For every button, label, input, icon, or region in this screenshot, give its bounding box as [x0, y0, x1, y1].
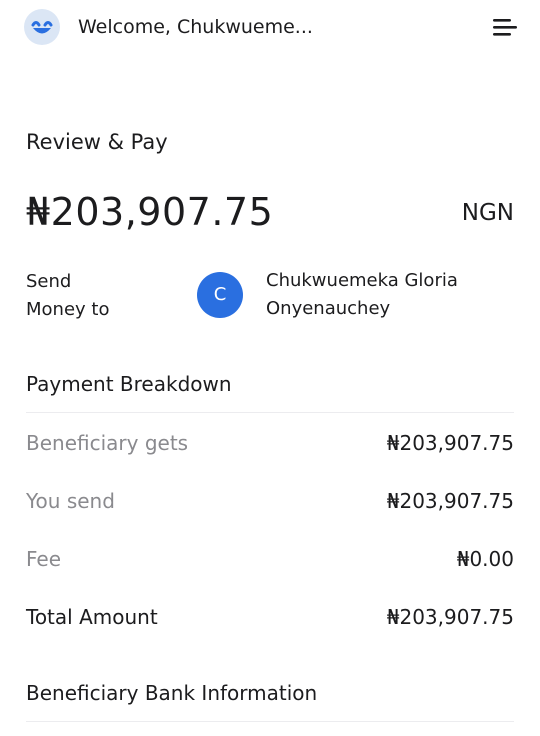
- hamburger-menu-icon[interactable]: [490, 14, 520, 40]
- send-label-line2: Money to: [26, 299, 110, 320]
- payment-breakdown-title: Payment Breakdown: [26, 372, 232, 396]
- divider: [26, 412, 514, 413]
- fee-value: ₦0.00: [456, 547, 514, 571]
- total-amount-value: ₦203,907.75: [386, 605, 514, 629]
- you-send-label: You send: [26, 489, 115, 513]
- currency-code: NGN: [461, 200, 514, 226]
- total-amount-label: Total Amount: [26, 605, 158, 629]
- divider: [26, 721, 514, 722]
- beneficiary-bank-info-title: Beneficiary Bank Information: [26, 681, 318, 705]
- you-send-value: ₦203,907.75: [386, 489, 514, 513]
- welcome-text: Welcome, Chukwueme...: [78, 16, 313, 38]
- transfer-amount: ₦203,907.75: [26, 190, 274, 234]
- page-title: Review & Pay: [26, 130, 168, 154]
- recipient-name-line1: Chukwuemeka Gloria: [266, 270, 458, 291]
- smiley-logo-icon[interactable]: [24, 9, 60, 45]
- beneficiary-gets-label: Beneficiary gets: [26, 431, 189, 455]
- recipient-name-line2: Onyenauchey: [266, 298, 391, 319]
- fee-label: Fee: [26, 547, 62, 571]
- recipient-avatar: C: [197, 272, 243, 318]
- send-money-label: Send Money to: [26, 268, 146, 324]
- beneficiary-gets-value: ₦203,907.75: [386, 431, 514, 455]
- send-label-line1: Send: [26, 271, 72, 292]
- top-bar: Welcome, Chukwueme...: [0, 0, 540, 54]
- recipient-name: Chukwuemeka Gloria Onyenauchey: [266, 267, 506, 323]
